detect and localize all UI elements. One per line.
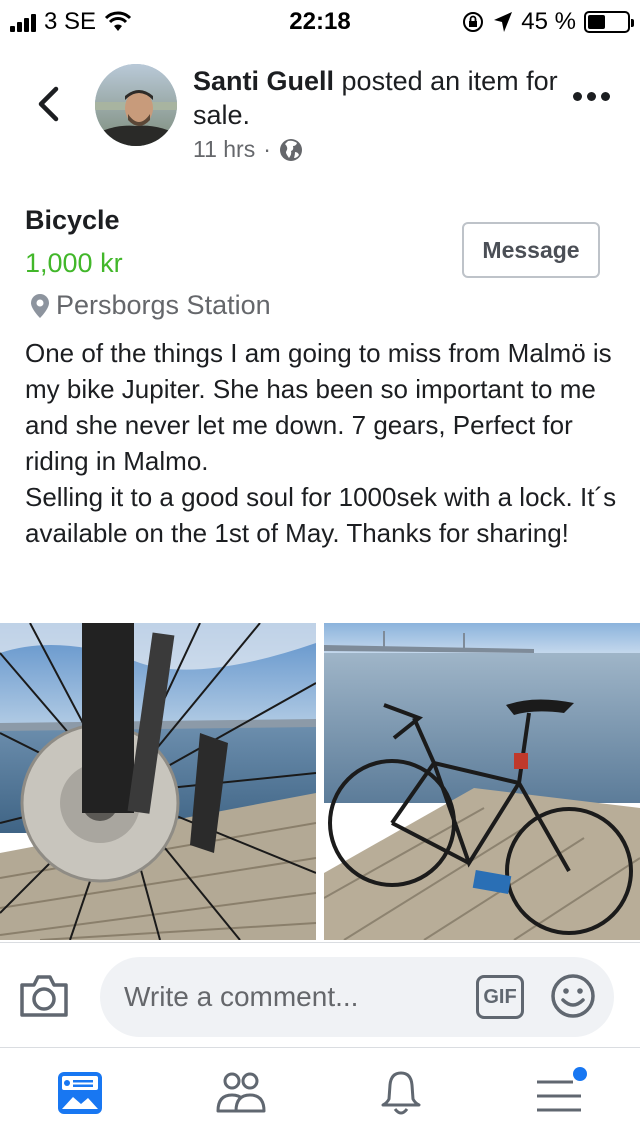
back-button[interactable] xyxy=(30,84,66,124)
tab-bar xyxy=(0,1047,640,1136)
item-title: Bicycle xyxy=(25,205,120,235)
tab-marketplace[interactable] xyxy=(53,1066,107,1120)
menu-icon xyxy=(537,1067,587,1112)
battery-fill xyxy=(588,15,606,29)
tab-groups[interactable] xyxy=(213,1066,267,1120)
map-pin-icon xyxy=(31,293,49,318)
comment-placeholder: Write a comment... xyxy=(124,981,359,1012)
battery-icon xyxy=(584,11,634,33)
status-bar: 3 SE 22:18 45 % xyxy=(0,0,640,40)
more-options-button[interactable] xyxy=(573,92,610,101)
item-location[interactable]: Persborgs Station xyxy=(30,290,271,321)
item-description: One of the things I am going to miss fro… xyxy=(25,338,617,548)
status-right: 45 % xyxy=(461,8,634,36)
camera-icon xyxy=(20,975,68,1017)
tab-menu[interactable] xyxy=(533,1066,587,1120)
comment-input[interactable]: Write a comment... GIF xyxy=(100,957,614,1037)
groups-icon xyxy=(216,1072,266,1113)
location-label: Persborgs Station xyxy=(56,290,271,320)
location-arrow-icon xyxy=(494,12,513,32)
author-name[interactable]: Santi Guell xyxy=(193,66,334,96)
post-time[interactable]: 11 hrs xyxy=(193,136,255,163)
marketplace-icon xyxy=(58,1072,102,1114)
chevron-left-icon xyxy=(38,86,59,122)
camera-button[interactable] xyxy=(18,971,70,1019)
notifications-icon xyxy=(381,1071,421,1115)
message-button[interactable]: Message xyxy=(462,222,600,278)
menu-badge-dot xyxy=(573,1067,587,1081)
rotation-lock-icon xyxy=(463,12,484,32)
listing-photo-wheel[interactable] xyxy=(0,623,316,940)
listing-photo-bike[interactable] xyxy=(324,623,640,940)
emoji-button[interactable] xyxy=(550,973,596,1019)
battery-percent: 45 % xyxy=(521,8,576,35)
dot xyxy=(587,92,596,101)
avatar[interactable] xyxy=(95,64,177,146)
item-price: 1,000 kr xyxy=(25,248,123,278)
globe-icon xyxy=(279,138,302,161)
post-meta: 11 hrs · xyxy=(193,136,303,163)
dot xyxy=(601,92,610,101)
gif-button[interactable]: GIF xyxy=(476,975,524,1019)
post-header-text: Santi Guell posted an item for sale. xyxy=(193,64,563,132)
comment-bar: Write a comment... GIF xyxy=(0,942,640,1046)
tab-notifications[interactable] xyxy=(374,1066,428,1120)
smiley-icon xyxy=(551,974,595,1018)
meta-separator: · xyxy=(263,136,271,162)
dot xyxy=(573,92,582,101)
